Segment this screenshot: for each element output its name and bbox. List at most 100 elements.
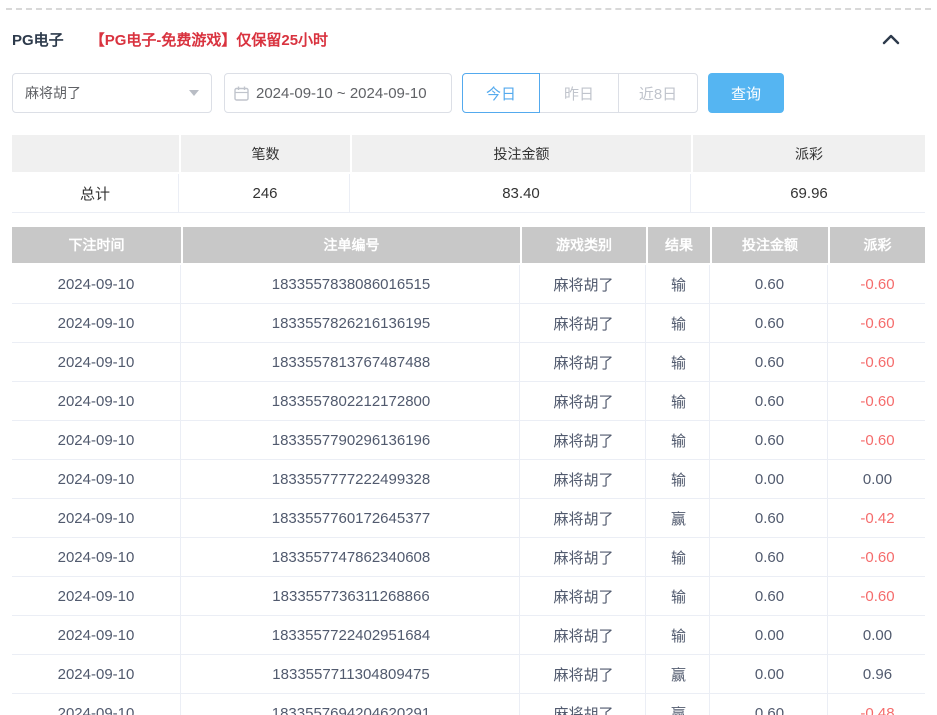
chevron-up-icon xyxy=(881,33,901,45)
bet-id-cell: 1833557802212172800 xyxy=(183,382,520,420)
summary-total-payout: 69.96 xyxy=(693,174,925,212)
table-row: 2024-09-10 1833557736311268866 麻将胡了 输 0.… xyxy=(12,577,925,616)
result-cell: 赢 xyxy=(648,499,710,537)
summary-header-cell: 投注金额 xyxy=(352,135,691,172)
bet-time-cell: 2024-09-10 xyxy=(12,538,181,576)
result-cell: 输 xyxy=(648,343,710,381)
summary-total-bet-amount: 83.40 xyxy=(352,174,691,212)
game-type-cell: 麻将胡了 xyxy=(522,343,646,381)
table-row: 2024-09-10 1833557790296136196 麻将胡了 输 0.… xyxy=(12,421,925,460)
bet-amount-cell: 0.60 xyxy=(712,382,828,420)
bet-amount-cell: 0.00 xyxy=(712,460,828,498)
bet-id-cell: 1833557760172645377 xyxy=(183,499,520,537)
game-type-cell: 麻将胡了 xyxy=(522,460,646,498)
result-cell: 输 xyxy=(648,460,710,498)
payout-cell: -0.60 xyxy=(830,382,925,420)
bet-id-cell: 1833557747862340608 xyxy=(183,538,520,576)
summary-header-cell: 笔数 xyxy=(181,135,350,172)
table-row: 2024-09-10 1833557711304809475 麻将胡了 赢 0.… xyxy=(12,655,925,694)
bet-amount-cell: 0.60 xyxy=(712,421,828,459)
bet-id-cell: 1833557711304809475 xyxy=(183,655,520,693)
records-header-cell: 游戏类别 xyxy=(522,227,646,263)
records-header-cell: 投注金额 xyxy=(712,227,828,263)
last-8-days-button[interactable]: 近8日 xyxy=(618,73,698,113)
bet-amount-cell: 0.60 xyxy=(712,304,828,342)
date-range-value: 2024-09-10 ~ 2024-09-10 xyxy=(256,85,427,102)
result-cell: 赢 xyxy=(648,655,710,693)
table-row: 2024-09-10 1833557802212172800 麻将胡了 输 0.… xyxy=(12,382,925,421)
game-type-cell: 麻将胡了 xyxy=(522,577,646,615)
bet-amount-cell: 0.60 xyxy=(712,538,828,576)
summary-header-row: 笔数投注金额派彩 xyxy=(12,135,925,172)
bet-amount-cell: 0.60 xyxy=(712,499,828,537)
bet-time-cell: 2024-09-10 xyxy=(12,655,181,693)
table-row: 2024-09-10 1833557838086016515 麻将胡了 输 0.… xyxy=(12,265,925,304)
bet-time-cell: 2024-09-10 xyxy=(12,616,181,654)
result-cell: 输 xyxy=(648,304,710,342)
records-header-cell: 派彩 xyxy=(830,227,925,263)
payout-cell: -0.60 xyxy=(830,538,925,576)
panel-notice: 【PG电子-免费游戏】仅保留25小时 xyxy=(90,29,328,50)
payout-cell: 0.00 xyxy=(830,460,925,498)
bet-id-cell: 1833557838086016515 xyxy=(183,265,520,303)
filter-bar: 麻将胡了 2024-09-10 ~ 2024-09-10 今日 昨日 近8日 查… xyxy=(0,73,937,113)
records-header-row: 下注时间注单编号游戏类别结果投注金额派彩 xyxy=(12,227,925,263)
records-header-cell: 结果 xyxy=(648,227,710,263)
payout-cell: -0.60 xyxy=(830,343,925,381)
yesterday-button[interactable]: 昨日 xyxy=(539,73,619,113)
bet-time-cell: 2024-09-10 xyxy=(12,343,181,381)
bet-time-cell: 2024-09-10 xyxy=(12,577,181,615)
payout-cell: -0.60 xyxy=(830,421,925,459)
payout-cell: -0.60 xyxy=(830,577,925,615)
summary-total-row: 总计 246 83.40 69.96 xyxy=(12,174,925,213)
result-cell: 赢 xyxy=(648,694,710,715)
game-type-cell: 麻将胡了 xyxy=(522,265,646,303)
records-table: 下注时间注单编号游戏类别结果投注金额派彩 2024-09-10 18335578… xyxy=(12,227,925,715)
result-cell: 输 xyxy=(648,382,710,420)
game-type-cell: 麻将胡了 xyxy=(522,421,646,459)
bet-time-cell: 2024-09-10 xyxy=(12,265,181,303)
game-type-cell: 麻将胡了 xyxy=(522,655,646,693)
result-cell: 输 xyxy=(648,538,710,576)
chevron-down-icon xyxy=(189,90,199,96)
bet-amount-cell: 0.60 xyxy=(712,577,828,615)
calendar-icon xyxy=(234,86,249,101)
payout-cell: -0.42 xyxy=(830,499,925,537)
bet-amount-cell: 0.60 xyxy=(712,694,828,715)
payout-cell: 0.96 xyxy=(830,655,925,693)
result-cell: 输 xyxy=(648,577,710,615)
summary-header-cell xyxy=(12,135,179,172)
game-select[interactable]: 麻将胡了 xyxy=(12,73,212,113)
result-cell: 输 xyxy=(648,421,710,459)
payout-cell: -0.48 xyxy=(830,694,925,715)
panel-title: PG电子 xyxy=(12,29,64,50)
date-range-input[interactable]: 2024-09-10 ~ 2024-09-10 xyxy=(224,73,452,113)
bet-amount-cell: 0.60 xyxy=(712,265,828,303)
bet-amount-cell: 0.60 xyxy=(712,343,828,381)
bet-id-cell: 1833557777222499328 xyxy=(183,460,520,498)
collapse-button[interactable] xyxy=(881,33,901,45)
records-header-cell: 下注时间 xyxy=(12,227,181,263)
game-type-cell: 麻将胡了 xyxy=(522,538,646,576)
today-button[interactable]: 今日 xyxy=(462,73,540,113)
table-row: 2024-09-10 1833557826216136195 麻将胡了 输 0.… xyxy=(12,304,925,343)
bet-amount-cell: 0.00 xyxy=(712,655,828,693)
bet-time-cell: 2024-09-10 xyxy=(12,304,181,342)
bet-id-cell: 1833557826216136195 xyxy=(183,304,520,342)
table-row: 2024-09-10 1833557747862340608 麻将胡了 输 0.… xyxy=(12,538,925,577)
dashed-divider xyxy=(6,8,931,10)
table-row: 2024-09-10 1833557760172645377 麻将胡了 赢 0.… xyxy=(12,499,925,538)
result-cell: 输 xyxy=(648,265,710,303)
summary-table: 笔数投注金额派彩 总计 246 83.40 69.96 xyxy=(12,135,925,213)
game-select-value: 麻将胡了 xyxy=(25,83,81,103)
quick-date-button-group: 今日 昨日 近8日 xyxy=(462,73,698,113)
panel-header: PG电子 【PG电子-免费游戏】仅保留25小时 xyxy=(0,18,937,60)
result-cell: 输 xyxy=(648,616,710,654)
bet-time-cell: 2024-09-10 xyxy=(12,382,181,420)
search-button[interactable]: 查询 xyxy=(708,73,784,113)
table-row: 2024-09-10 1833557813767487488 麻将胡了 输 0.… xyxy=(12,343,925,382)
bet-id-cell: 1833557813767487488 xyxy=(183,343,520,381)
summary-header-cell: 派彩 xyxy=(693,135,925,172)
bet-id-cell: 1833557722402951684 xyxy=(183,616,520,654)
game-type-cell: 麻将胡了 xyxy=(522,616,646,654)
